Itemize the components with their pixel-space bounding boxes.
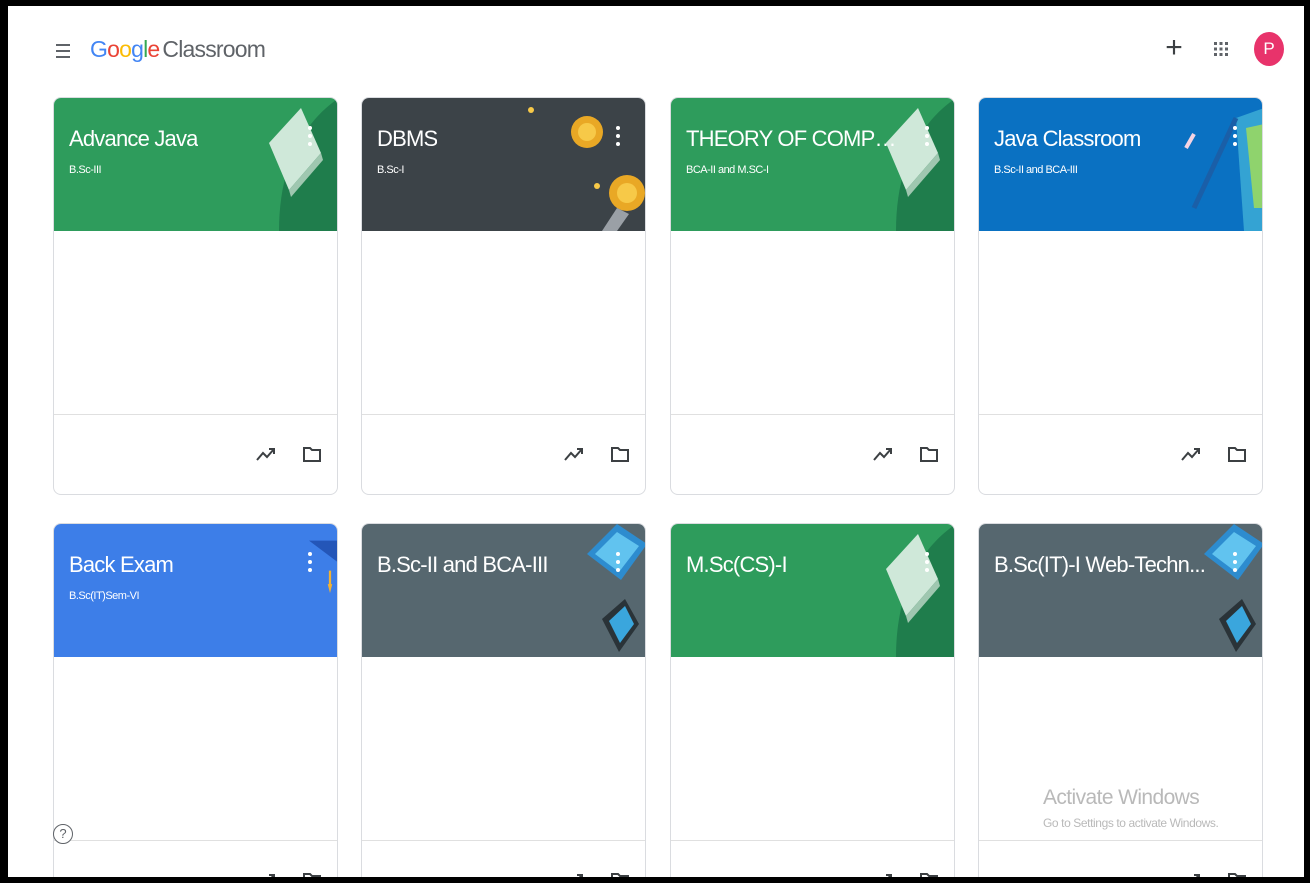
- class-card-body: [54, 657, 337, 840]
- main-menu-button[interactable]: [52, 40, 74, 62]
- book-illustration-icon: [886, 525, 954, 657]
- folder-icon[interactable]: [919, 445, 939, 463]
- google-apps-icon[interactable]: [1210, 38, 1232, 60]
- class-cards-grid: Advance Java B.Sc-III DBMS B.Sc-I THEORY…: [53, 97, 1265, 877]
- logo-letter: o: [119, 36, 132, 62]
- class-card-title[interactable]: DBMS: [377, 126, 437, 152]
- pencil-illustration-icon: [1184, 108, 1262, 231]
- class-card-title[interactable]: M.Sc(CS)-I: [686, 552, 787, 578]
- folder-icon[interactable]: [1227, 871, 1247, 877]
- class-card-body: [979, 231, 1262, 414]
- class-card-footer: [362, 414, 645, 494]
- folder-icon[interactable]: [919, 871, 939, 877]
- trending-up-icon[interactable]: [872, 871, 894, 877]
- class-card: Advance Java B.Sc-III: [53, 97, 338, 495]
- classroom-window: Go o g l e Classroom + P Advance Java B.Sc-II…: [8, 6, 1304, 877]
- class-card: Back Exam B.Sc(IT)Sem-VI: [53, 523, 338, 877]
- class-card-more-options-button[interactable]: [922, 550, 932, 574]
- class-card-title[interactable]: Back Exam: [69, 552, 173, 578]
- trending-up-icon[interactable]: [563, 871, 585, 877]
- class-card: THEORY OF COMPUT... BCA-II and M.SC-I: [670, 97, 955, 495]
- class-card-footer: [979, 414, 1262, 494]
- class-card-more-options-button[interactable]: [305, 124, 315, 148]
- class-card-body: [362, 231, 645, 414]
- help-button[interactable]: ?: [53, 824, 73, 844]
- class-card-section: B.Sc-III: [69, 164, 102, 176]
- class-card-banner[interactable]: Back Exam B.Sc(IT)Sem-VI: [54, 524, 337, 657]
- google-classroom-logo[interactable]: Go o g l e Classroom: [90, 36, 266, 63]
- class-card-body: [54, 231, 337, 414]
- class-card-footer: [54, 414, 337, 494]
- class-card: B.Sc-II and BCA-III: [361, 523, 646, 877]
- devices-illustration-icon: [587, 524, 645, 652]
- logo-letter: G: [90, 36, 108, 62]
- book-illustration-icon: [269, 99, 337, 231]
- class-card-banner[interactable]: DBMS B.Sc-I: [362, 98, 645, 231]
- class-card-banner[interactable]: M.Sc(CS)-I: [671, 524, 954, 657]
- watermark-title: Activate Windows: [1043, 786, 1200, 809]
- logo-letter: g: [131, 36, 144, 62]
- watermark-subtitle: Go to Settings to activate Windows.: [1043, 816, 1219, 830]
- class-card-title[interactable]: B.Sc-II and BCA-III: [377, 552, 548, 578]
- class-card-more-options-button[interactable]: [613, 124, 623, 148]
- class-card-more-options-button[interactable]: [613, 550, 623, 574]
- class-card-more-options-button[interactable]: [1230, 124, 1240, 148]
- trending-up-icon[interactable]: [1180, 445, 1202, 463]
- class-card-banner[interactable]: B.Sc-II and BCA-III: [362, 524, 645, 657]
- class-card-section: BCA-II and M.SC-I: [686, 164, 769, 176]
- class-card: DBMS B.Sc-I: [361, 97, 646, 495]
- top-app-bar: Go o g l e Classroom + P: [8, 6, 1304, 94]
- book-illustration-icon: [886, 99, 954, 231]
- class-card-body: [362, 657, 645, 840]
- class-card-section: B.Sc(IT)Sem-VI: [69, 590, 140, 602]
- class-card-title[interactable]: THEORY OF COMPUT...: [686, 126, 911, 152]
- class-card-footer: [54, 840, 337, 877]
- hamburger-icon: [56, 50, 70, 52]
- class-card-footer: [671, 414, 954, 494]
- class-card-section: B.Sc-I: [377, 164, 404, 176]
- trending-up-icon[interactable]: [255, 871, 277, 877]
- class-card-banner[interactable]: Java Classroom B.Sc-II and BCA-III: [979, 98, 1262, 231]
- class-card-footer: [671, 840, 954, 877]
- class-card-more-options-button[interactable]: [1230, 550, 1240, 574]
- class-card-banner[interactable]: THEORY OF COMPUT... BCA-II and M.SC-I: [671, 98, 954, 231]
- trending-up-icon[interactable]: [255, 445, 277, 463]
- class-card-section: B.Sc-II and BCA-III: [994, 164, 1078, 176]
- trending-up-icon[interactable]: [1180, 871, 1202, 877]
- windows-activation-watermark: Activate Windows Go to Settings to activ…: [1043, 786, 1219, 830]
- hamburger-icon: [56, 44, 70, 46]
- logo-letter: o: [107, 36, 120, 62]
- class-card-more-options-button[interactable]: [305, 550, 315, 574]
- folder-icon[interactable]: [610, 871, 630, 877]
- class-card-banner[interactable]: Advance Java B.Sc-III: [54, 98, 337, 231]
- logo-product-name: Classroom: [162, 36, 266, 62]
- account-avatar[interactable]: P: [1254, 32, 1284, 66]
- class-card-title[interactable]: Java Classroom: [994, 126, 1141, 152]
- trending-up-icon[interactable]: [872, 445, 894, 463]
- graduation-cap-illustration-icon: [309, 540, 337, 594]
- class-card-body: [671, 231, 954, 414]
- class-card-more-options-button[interactable]: [922, 124, 932, 148]
- class-card-footer: [362, 840, 645, 877]
- class-card-body: [671, 657, 954, 840]
- class-card: M.Sc(CS)-I: [670, 523, 955, 877]
- class-card-footer: [979, 840, 1262, 877]
- class-card-banner[interactable]: B.Sc(IT)-I Web-Techn...: [979, 524, 1262, 657]
- coins-illustration-icon: [528, 107, 645, 231]
- class-card-title[interactable]: Advance Java: [69, 126, 198, 152]
- class-card-title[interactable]: B.Sc(IT)-I Web-Techn...: [994, 552, 1205, 578]
- class-card: Java Classroom B.Sc-II and BCA-III: [978, 97, 1263, 495]
- create-or-join-class-button[interactable]: +: [1160, 33, 1188, 63]
- devices-illustration-icon: [1204, 524, 1262, 652]
- hamburger-icon: [56, 56, 70, 58]
- folder-icon[interactable]: [302, 445, 322, 463]
- folder-icon[interactable]: [1227, 445, 1247, 463]
- trending-up-icon[interactable]: [563, 445, 585, 463]
- folder-icon[interactable]: [610, 445, 630, 463]
- folder-icon[interactable]: [302, 871, 322, 877]
- logo-letter: e: [147, 36, 160, 62]
